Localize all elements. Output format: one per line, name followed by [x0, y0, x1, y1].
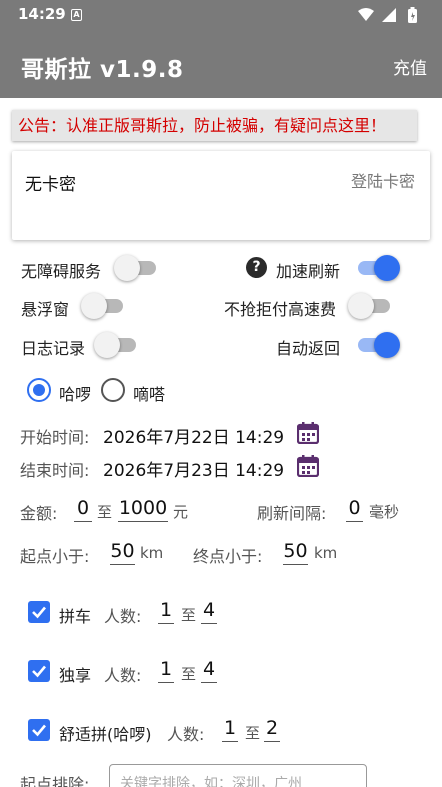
sim-badge-icon: A	[71, 9, 82, 21]
exclusive-checkbox[interactable]	[28, 660, 50, 682]
exclusive-max-input[interactable]: 4	[201, 658, 217, 683]
carpool-max-input[interactable]: 4	[201, 599, 217, 624]
exclusive-people-label: 人数:	[104, 666, 142, 685]
log-record-label: 日志记录	[21, 339, 86, 358]
amount-label: 金额:	[20, 504, 58, 523]
carpool-checkbox[interactable]	[28, 601, 50, 623]
comfort-carpool-max-input[interactable]: 2	[264, 717, 280, 742]
help-icon[interactable]: ?	[246, 257, 267, 278]
app-bar: 哥斯拉 v1.9.8 充值	[0, 30, 442, 98]
carpool-people-label: 人数:	[104, 607, 142, 626]
refresh-interval-input[interactable]: 0	[346, 497, 363, 522]
refresh-interval-unit: 毫秒	[369, 503, 400, 521]
no-refuse-toll-label: 不抢拒付高速费	[224, 300, 337, 319]
radio-hello[interactable]	[27, 378, 51, 402]
login-card-key-button[interactable]: 登陆卡密	[351, 168, 415, 192]
carpool-to-label: 至	[181, 606, 197, 624]
card-key-panel: 无卡密 登陆卡密	[12, 151, 430, 240]
radio-dida-label: 嘀嗒	[133, 385, 166, 404]
exclusive-min-input[interactable]: 1	[158, 658, 174, 683]
start-exclude-label: 起点排除:	[20, 775, 90, 787]
clock: 14:29	[18, 5, 66, 23]
start-exclude-input[interactable]: 关键字排除，如：深圳，广州	[109, 764, 367, 787]
end-distance-label: 终点小于:	[193, 547, 263, 566]
amount-min-input[interactable]: 0	[74, 497, 92, 522]
card-key-status: 无卡密	[25, 175, 76, 195]
notice-banner[interactable]: 公告：认准正版哥斯拉，防止被骗，有疑问点这里！	[12, 110, 417, 141]
signal-icon	[382, 8, 396, 22]
start-distance-input[interactable]: 50	[110, 540, 135, 565]
comfort-carpool-label: 舒适拼(哈啰)	[59, 725, 152, 744]
end-distance-input[interactable]: 50	[283, 540, 308, 565]
start-distance-label: 起点小于:	[20, 547, 90, 566]
accelerate-refresh-label: 加速刷新	[276, 262, 341, 281]
app-title: 哥斯拉 v1.9.8	[21, 57, 184, 83]
no-refuse-toll-switch[interactable]	[348, 292, 392, 320]
radio-dida[interactable]	[101, 378, 125, 402]
calendar-icon[interactable]	[297, 454, 319, 477]
battery-icon	[408, 7, 417, 23]
auto-return-label: 自动返回	[276, 339, 341, 358]
wifi-icon	[358, 8, 374, 21]
comfort-carpool-checkbox[interactable]	[28, 719, 50, 741]
start-time-label: 开始时间:	[20, 428, 90, 447]
amount-max-input[interactable]: 1000	[118, 497, 168, 522]
comfort-carpool-min-input[interactable]: 1	[222, 717, 238, 742]
calendar-icon[interactable]	[297, 421, 319, 444]
amount-to-label: 至	[97, 503, 113, 521]
floating-window-label: 悬浮窗	[21, 300, 70, 319]
accelerate-refresh-switch[interactable]	[358, 254, 400, 282]
amount-unit: 元	[173, 503, 189, 521]
status-bar: 14:29 A	[0, 0, 442, 30]
exclusive-label: 独享	[59, 666, 92, 685]
radio-hello-label: 哈啰	[59, 385, 92, 404]
recharge-button[interactable]: 充值	[393, 54, 427, 79]
carpool-label: 拼车	[59, 607, 92, 626]
end-time-value[interactable]: 2026年7月23日 14:29	[103, 456, 284, 481]
comfort-carpool-people-label: 人数:	[167, 725, 205, 744]
comfort-carpool-to-label: 至	[245, 724, 261, 742]
refresh-interval-label: 刷新间隔:	[257, 504, 327, 523]
start-distance-unit: km	[140, 544, 164, 562]
log-record-switch[interactable]	[94, 331, 138, 359]
carpool-min-input[interactable]: 1	[158, 599, 174, 624]
accessibility-service-switch[interactable]	[114, 254, 158, 282]
exclusive-to-label: 至	[181, 665, 197, 683]
auto-return-switch[interactable]	[358, 331, 400, 359]
end-time-label: 结束时间:	[20, 461, 90, 480]
end-distance-unit: km	[314, 544, 338, 562]
start-time-value[interactable]: 2026年7月22日 14:29	[103, 423, 284, 448]
accessibility-service-label: 无障碍服务	[21, 262, 102, 281]
floating-window-switch[interactable]	[81, 292, 125, 320]
system-status-icons	[358, 7, 417, 23]
